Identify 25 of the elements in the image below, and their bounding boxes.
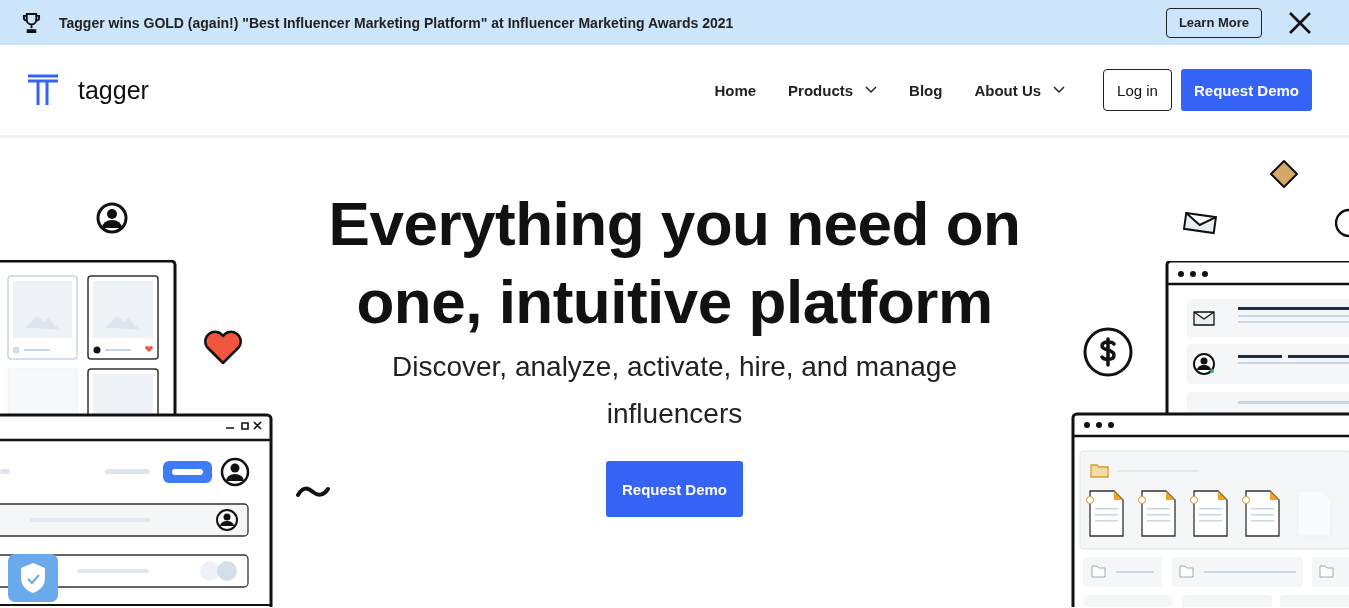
learn-more-button[interactable]: Learn More	[1165, 7, 1262, 38]
announcement-text: Tagger wins GOLD (again!) "Best Influencer Marketing Platform" at Influencer Marketing Awards 2021	[59, 14, 735, 31]
shield-check-icon[interactable]	[18, 561, 48, 595]
hero-subtitle: Discover, analyze, activate, hire, and manage influencers	[391, 350, 958, 431]
request-demo-button[interactable]: Request Demo	[606, 461, 743, 517]
squiggle-icon	[295, 485, 331, 499]
dollar-icon	[1083, 327, 1133, 377]
nav-link[interactable]: Blog	[909, 81, 943, 99]
hero-heading: Everything you need on	[328, 188, 1021, 260]
nav-link[interactable]: Home	[714, 81, 757, 99]
diamond-icon	[1269, 159, 1299, 189]
logo-text[interactable]: tagger	[78, 75, 149, 105]
user-icon	[96, 202, 128, 234]
hero-heading: one, intuitive platform	[356, 266, 993, 338]
envelope-icon	[1182, 211, 1218, 235]
nav-dropdown[interactable]: Products	[788, 81, 878, 99]
logo-icon[interactable]	[27, 74, 59, 106]
trophy-icon	[22, 12, 41, 33]
nav-dropdown[interactable]: About Us	[974, 81, 1066, 99]
chevron-down-icon[interactable]	[865, 86, 878, 94]
heart-icon	[203, 330, 243, 366]
request-demo-button[interactable]: Request Demo	[1180, 69, 1312, 111]
chevron-down-icon[interactable]	[1053, 86, 1066, 94]
login-button[interactable]: Log in	[1103, 69, 1172, 111]
close-icon[interactable]	[1288, 10, 1312, 35]
